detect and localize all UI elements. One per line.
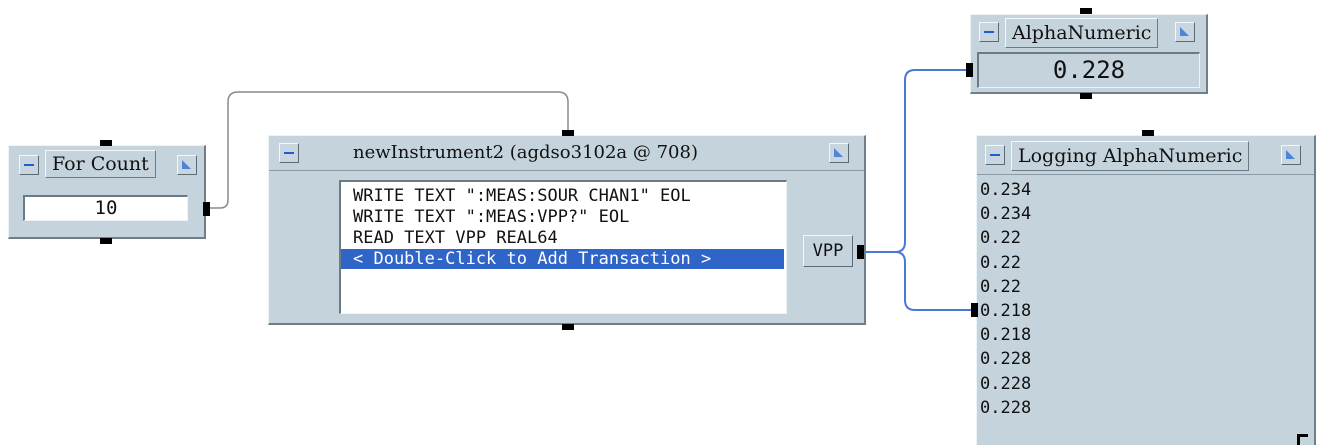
log-entry: 0.22	[980, 276, 1021, 297]
resize-icon[interactable]	[1175, 22, 1195, 42]
data-wire-to-logging	[894, 251, 972, 311]
alphanumeric-sequence-out-pin	[1080, 93, 1092, 99]
log-entry: 0.228	[980, 349, 1032, 370]
logging-list[interactable]: 0.234 0.234 0.22 0.22 0.22 0.218 0.218 0…	[980, 178, 1311, 445]
log-entry: 0.22	[980, 228, 1021, 249]
resize-icon[interactable]	[177, 155, 197, 175]
transaction-row[interactable]: READ TEXT VPP REAL64	[341, 228, 786, 249]
log-entry: 0.218	[980, 301, 1032, 322]
log-entry: 0.218	[980, 325, 1032, 346]
log-entry: 0.22	[980, 252, 1021, 273]
alphanumeric-value: 0.228	[1052, 56, 1126, 84]
logging-titlebar: Logging AlphaNumeric	[977, 136, 1314, 175]
instrument-sequence-out-pin	[562, 324, 574, 330]
minimize-icon[interactable]	[279, 143, 299, 163]
logging-sequence-in-pin	[1142, 130, 1154, 136]
transaction-row[interactable]: WRITE TEXT ":MEAS:SOUR CHAN1" EOL	[341, 186, 786, 207]
log-entry: 0.234	[980, 204, 1032, 225]
log-entry: 0.228	[980, 373, 1032, 394]
logging-alphanumeric-object[interactable]: Logging AlphaNumeric 0.234 0.234 0.22 0.…	[976, 135, 1316, 445]
transaction-list[interactable]: WRITE TEXT ":MEAS:SOUR CHAN1" EOL WRITE …	[339, 180, 787, 314]
data-wire-to-alphanumeric	[862, 69, 970, 253]
instrument-titlebar: newInstrument2 (agdso3102a @ 708)	[269, 136, 864, 171]
for-count-value: 10	[94, 197, 118, 219]
alphanumeric-input-pin[interactable]	[966, 63, 973, 77]
for-count-title: For Count	[45, 150, 156, 178]
add-transaction-row[interactable]: < Double-Click to Add Transaction >	[341, 249, 784, 269]
minimize-icon[interactable]	[19, 155, 39, 175]
alphanumeric-sequence-in-pin	[1080, 8, 1092, 14]
resize-icon[interactable]	[829, 143, 849, 163]
alphanumeric-title: AlphaNumeric	[1005, 18, 1159, 48]
vpp-output-terminal[interactable]: VPP	[803, 235, 853, 267]
log-entry: 0.234	[980, 180, 1032, 200]
minimize-icon[interactable]	[979, 22, 999, 42]
vpp-output-pin[interactable]	[857, 245, 864, 259]
logging-input-pin[interactable]	[971, 303, 978, 317]
for-count-sequence-out-pin	[100, 238, 112, 244]
alphanumeric-object[interactable]: AlphaNumeric 0.228	[970, 14, 1208, 94]
instrument-title: newInstrument2 (agdso3102a @ 708)	[353, 142, 698, 163]
for-count-output-pin[interactable]	[203, 202, 210, 216]
instrument-object[interactable]: newInstrument2 (agdso3102a @ 708) WRITE …	[268, 135, 866, 325]
log-entry: 0.228	[980, 397, 1032, 418]
vpp-label: VPP	[812, 241, 844, 261]
logging-title: Logging AlphaNumeric	[1011, 141, 1250, 171]
alphanumeric-display: 0.228	[977, 52, 1200, 88]
transaction-row[interactable]: WRITE TEXT ":MEAS:VPP?" EOL	[341, 207, 786, 228]
for-count-input[interactable]: 10	[23, 195, 188, 221]
for-count-sequence-in-pin	[100, 140, 112, 146]
resize-icon[interactable]	[1281, 145, 1301, 165]
minimize-icon[interactable]	[985, 145, 1005, 165]
instrument-sequence-in-pin	[562, 130, 574, 136]
resize-corner-icon[interactable]	[1297, 434, 1308, 445]
for-count-object[interactable]: For Count 10	[8, 145, 206, 239]
